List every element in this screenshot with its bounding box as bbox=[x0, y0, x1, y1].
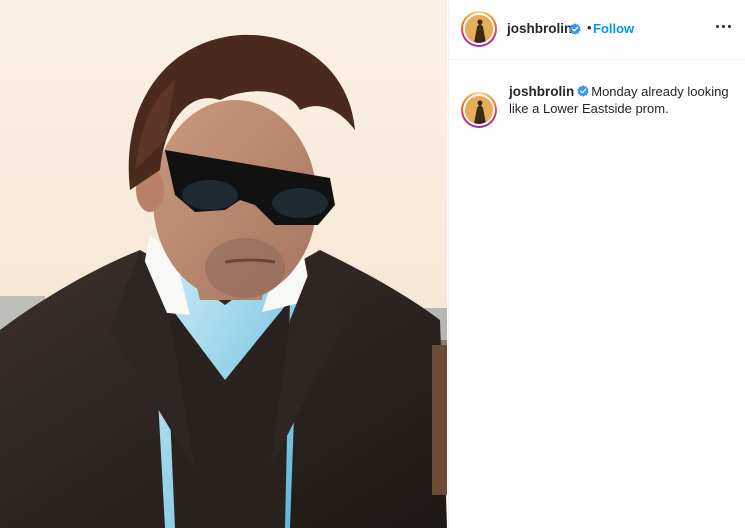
caption-text: joshbrolin Monday already looking like a … bbox=[509, 83, 734, 117]
avatar-image bbox=[465, 15, 493, 43]
caption-avatar[interactable] bbox=[461, 92, 497, 128]
avatar-image bbox=[465, 96, 493, 124]
separator-dot: • bbox=[587, 20, 592, 35]
post-photo-image bbox=[0, 0, 447, 528]
account-username[interactable]: joshbrolin bbox=[507, 21, 572, 36]
follow-button[interactable]: Follow bbox=[593, 21, 634, 36]
post-photo[interactable] bbox=[0, 0, 447, 528]
verified-badge-icon bbox=[569, 23, 581, 35]
more-options-icon[interactable] bbox=[714, 16, 734, 36]
post-header: joshbrolin • Follow bbox=[449, 0, 745, 60]
avatar[interactable] bbox=[461, 11, 497, 47]
verified-badge-icon bbox=[577, 85, 589, 97]
post-side-panel: joshbrolin • Follow joshbrolin Monday al… bbox=[448, 0, 745, 528]
caption-username[interactable]: joshbrolin bbox=[509, 84, 574, 99]
